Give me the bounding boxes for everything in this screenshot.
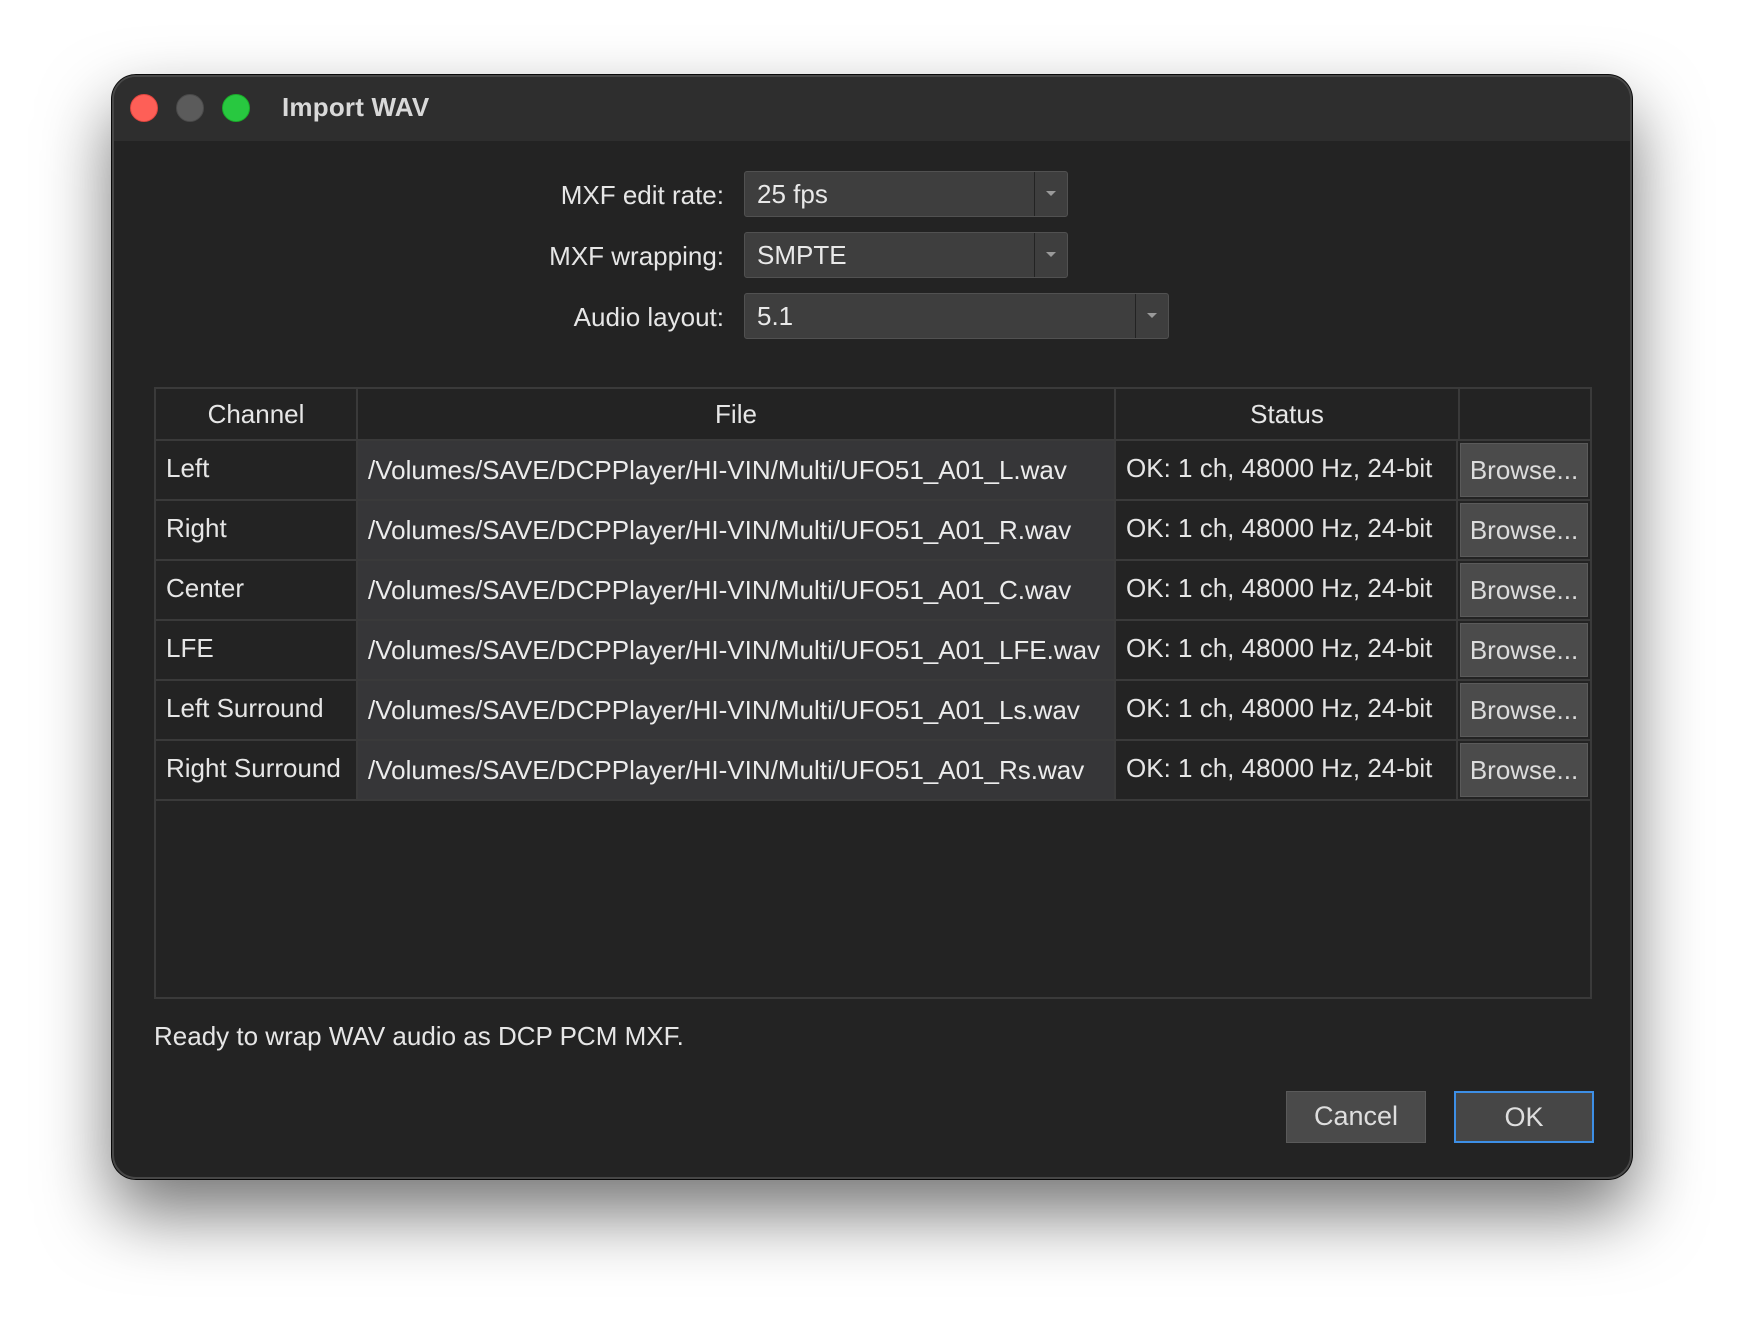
status-cell: OK: 1 ch, 48000 Hz, 24-bit (1116, 681, 1458, 739)
status-cell: OK: 1 ch, 48000 Hz, 24-bit (1116, 561, 1458, 619)
file-path-field[interactable]: /Volumes/SAVE/DCPPlayer/HI-VIN/Multi/UFO… (358, 741, 1116, 799)
audio-layout-select[interactable]: 5.1 (744, 293, 1169, 339)
table-row: LFE /Volumes/SAVE/DCPPlayer/HI-VIN/Multi… (156, 621, 1590, 681)
browse-button[interactable]: Browse... (1460, 443, 1588, 497)
chevron-down-icon (1147, 313, 1157, 318)
file-path-field[interactable]: /Volumes/SAVE/DCPPlayer/HI-VIN/Multi/UFO… (358, 441, 1116, 499)
channel-cell: Left Surround (156, 681, 358, 739)
title-bar: Import WAV (114, 77, 1630, 141)
close-window-button[interactable] (130, 94, 158, 122)
channel-cell: Center (156, 561, 358, 619)
browse-button[interactable]: Browse... (1460, 743, 1588, 797)
file-path-field[interactable]: /Volumes/SAVE/DCPPlayer/HI-VIN/Multi/UFO… (358, 561, 1116, 619)
combo-separator (1135, 294, 1136, 338)
table-row: Center /Volumes/SAVE/DCPPlayer/HI-VIN/Mu… (156, 561, 1590, 621)
status-cell: OK: 1 ch, 48000 Hz, 24-bit (1116, 441, 1458, 499)
file-path-field[interactable]: /Volumes/SAVE/DCPPlayer/HI-VIN/Multi/UFO… (358, 621, 1116, 679)
status-message: Ready to wrap WAV audio as DCP PCM MXF. (154, 1021, 684, 1051)
table-row: Right Surround /Volumes/SAVE/DCPPlayer/H… (156, 741, 1590, 801)
ok-button[interactable]: OK (1454, 1091, 1594, 1143)
browse-button[interactable]: Browse... (1460, 683, 1588, 737)
combo-separator (1034, 233, 1035, 277)
minimize-window-button[interactable] (176, 94, 204, 122)
browse-button[interactable]: Browse... (1460, 503, 1588, 557)
audio-layout-label: Audio layout: (573, 302, 724, 332)
file-path-field[interactable]: /Volumes/SAVE/DCPPlayer/HI-VIN/Multi/UFO… (358, 501, 1116, 559)
table-row: Left Surround /Volumes/SAVE/DCPPlayer/HI… (156, 681, 1590, 741)
file-path-field[interactable]: /Volumes/SAVE/DCPPlayer/HI-VIN/Multi/UFO… (358, 681, 1116, 739)
column-header-status[interactable]: Status (1116, 389, 1460, 439)
status-cell: OK: 1 ch, 48000 Hz, 24-bit (1116, 621, 1458, 679)
table-row: Right /Volumes/SAVE/DCPPlayer/HI-VIN/Mul… (156, 501, 1590, 561)
column-header-file[interactable]: File (358, 389, 1116, 439)
wrapping-value: SMPTE (757, 240, 847, 270)
chevron-down-icon (1046, 191, 1056, 196)
cancel-button[interactable]: Cancel (1286, 1091, 1426, 1143)
browse-cell: Browse... (1460, 561, 1588, 619)
browse-button[interactable]: Browse... (1460, 623, 1588, 677)
channel-cell: Left (156, 441, 358, 499)
import-wav-dialog: Import WAV MXF edit rate: 25 fps MXF wra… (112, 75, 1632, 1179)
table-header: Channel File Status (156, 389, 1590, 441)
zoom-window-button[interactable] (222, 94, 250, 122)
edit-rate-value: 25 fps (757, 179, 828, 209)
wrapping-label: MXF wrapping: (549, 241, 724, 271)
table-row: Left /Volumes/SAVE/DCPPlayer/HI-VIN/Mult… (156, 441, 1590, 501)
browse-cell: Browse... (1460, 621, 1588, 679)
column-header-browse (1460, 389, 1590, 439)
audio-layout-value: 5.1 (757, 301, 794, 331)
channel-cell: LFE (156, 621, 358, 679)
edit-rate-select[interactable]: 25 fps (744, 171, 1068, 217)
status-cell: OK: 1 ch, 48000 Hz, 24-bit (1116, 741, 1458, 799)
browse-button[interactable]: Browse... (1460, 563, 1588, 617)
channel-cell: Right (156, 501, 358, 559)
wrapping-select[interactable]: SMPTE (744, 232, 1068, 278)
browse-cell: Browse... (1460, 681, 1588, 739)
chevron-down-icon (1046, 252, 1056, 257)
edit-rate-label: MXF edit rate: (560, 180, 724, 210)
browse-cell: Browse... (1460, 441, 1588, 499)
channel-table: Channel File Status Left /Volumes/SAVE/D… (154, 387, 1592, 999)
browse-cell: Browse... (1460, 501, 1588, 559)
status-cell: OK: 1 ch, 48000 Hz, 24-bit (1116, 501, 1458, 559)
column-header-channel[interactable]: Channel (156, 389, 358, 439)
combo-separator (1034, 172, 1035, 216)
browse-cell: Browse... (1460, 741, 1588, 799)
channel-cell: Right Surround (156, 741, 358, 799)
window-title: Import WAV (282, 92, 430, 122)
